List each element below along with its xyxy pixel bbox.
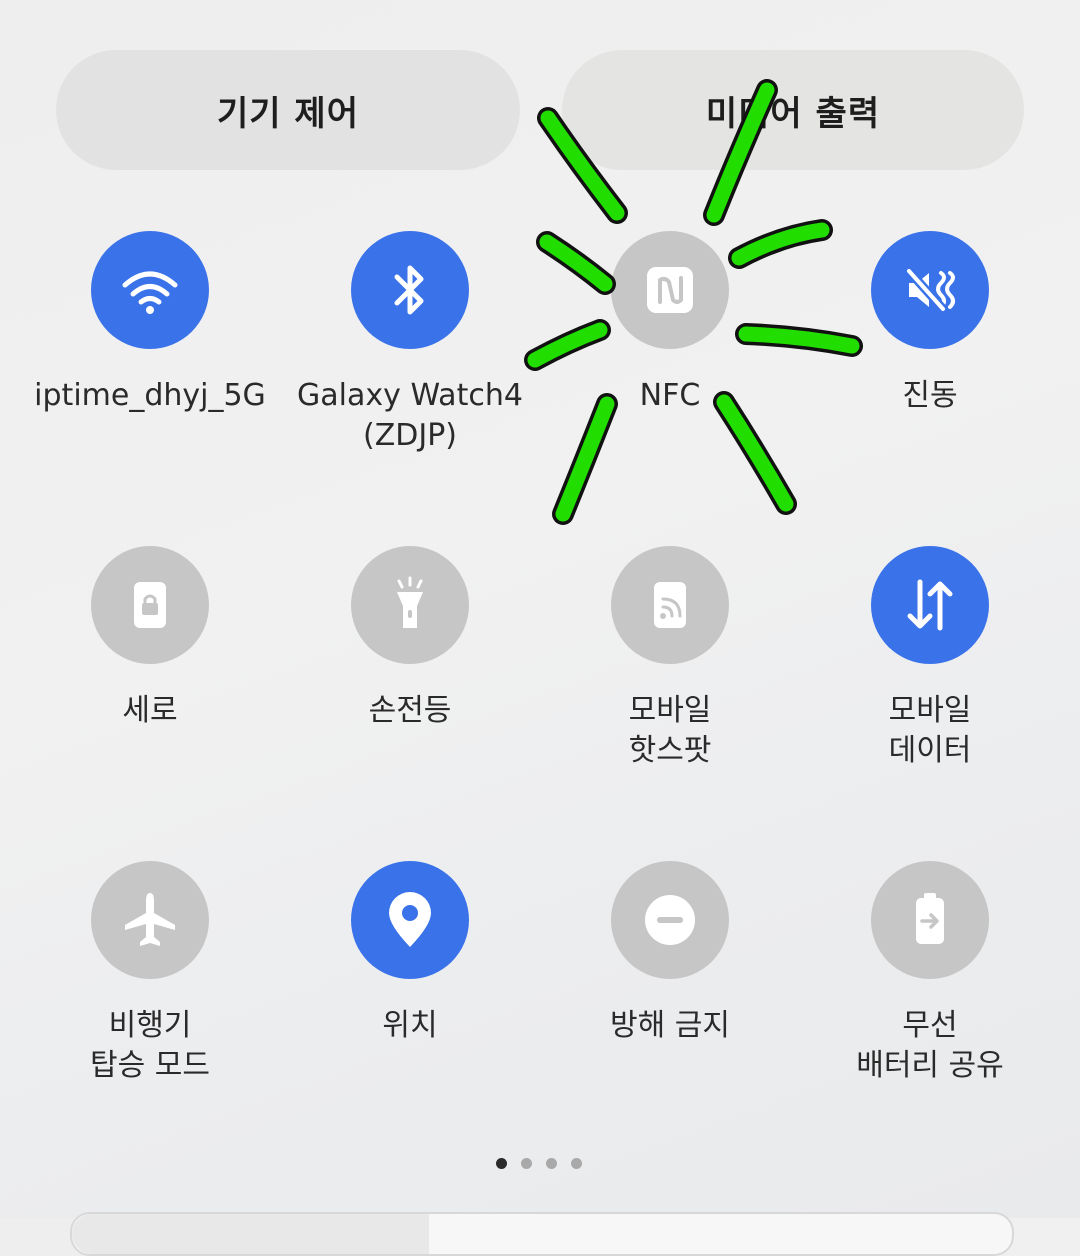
airplane-toggle[interactable]	[91, 861, 209, 979]
portrait-lock-toggle[interactable]	[91, 546, 209, 664]
hotspot-icon	[654, 582, 686, 628]
tile-do-not-disturb[interactable]: 방해 금지	[540, 861, 800, 1111]
page-dot-2[interactable]	[521, 1158, 532, 1169]
page-indicator[interactable]	[496, 1158, 582, 1169]
tile-label: 모바일 데이터	[888, 693, 972, 768]
vibrate-toggle[interactable]	[871, 231, 989, 349]
page-dot-4[interactable]	[571, 1158, 582, 1169]
tile-label: 손전등	[368, 693, 452, 728]
media-output-button[interactable]: 미디어 출력	[562, 50, 1024, 170]
tile-flashlight[interactable]: 손전등	[280, 546, 540, 796]
nfc-toggle[interactable]	[611, 231, 729, 349]
tile-label: iptime_dhyj_5G	[34, 378, 266, 413]
tile-bluetooth[interactable]: Galaxy Watch4 (ZDJP)	[280, 231, 540, 481]
do-not-disturb-toggle[interactable]	[611, 861, 729, 979]
tile-label: 모바일 핫스팟	[628, 693, 712, 768]
bluetooth-toggle[interactable]	[351, 231, 469, 349]
tile-mobile-data[interactable]: 모바일 데이터	[800, 546, 1060, 796]
wifi-icon	[122, 271, 178, 314]
wifi-toggle[interactable]	[91, 231, 209, 349]
tile-wifi[interactable]: iptime_dhyj_5G	[20, 231, 280, 481]
hotspot-toggle[interactable]	[611, 546, 729, 664]
tile-vibrate[interactable]: 진동	[800, 231, 1060, 481]
flashlight-icon	[397, 576, 423, 628]
tile-battery-share[interactable]: 무선 배터리 공유	[800, 861, 1060, 1111]
tile-label: NFC	[639, 378, 701, 413]
tile-label: 무선 배터리 공유	[856, 1008, 1004, 1083]
tile-hotspot[interactable]: 모바일 핫스팟	[540, 546, 800, 796]
tile-label: 세로	[122, 693, 178, 728]
nfc-icon	[647, 267, 693, 313]
tile-label: 진동	[902, 378, 958, 413]
tile-label: Galaxy Watch4 (ZDJP)	[297, 378, 523, 453]
device-control-button[interactable]: 기기 제어	[56, 50, 520, 170]
page-dot-3[interactable]	[546, 1158, 557, 1169]
tile-label: 위치	[382, 1008, 438, 1043]
mobile-data-icon	[907, 579, 953, 631]
tile-label: 방해 금지	[610, 1008, 730, 1043]
brightness-slider[interactable]	[70, 1212, 1014, 1256]
tile-nfc[interactable]: NFC	[540, 231, 800, 481]
brightness-slider-fill	[72, 1214, 430, 1254]
vibrate-icon	[904, 266, 955, 314]
battery-share-icon	[916, 893, 944, 944]
page-dot-1[interactable]	[496, 1158, 507, 1169]
tile-label: 비행기 탑승 모드	[90, 1008, 210, 1083]
battery-share-toggle[interactable]	[871, 861, 989, 979]
tile-airplane[interactable]: 비행기 탑승 모드	[20, 861, 280, 1111]
airplane-icon	[125, 893, 175, 946]
location-toggle[interactable]	[351, 861, 469, 979]
bluetooth-icon	[394, 265, 424, 315]
location-icon	[389, 892, 431, 947]
portrait-lock-icon	[134, 582, 166, 628]
mobile-data-toggle[interactable]	[871, 546, 989, 664]
tile-portrait[interactable]: 세로	[20, 546, 280, 796]
flashlight-toggle[interactable]	[351, 546, 469, 664]
do-not-disturb-icon	[645, 895, 695, 945]
tile-location[interactable]: 위치	[280, 861, 540, 1111]
